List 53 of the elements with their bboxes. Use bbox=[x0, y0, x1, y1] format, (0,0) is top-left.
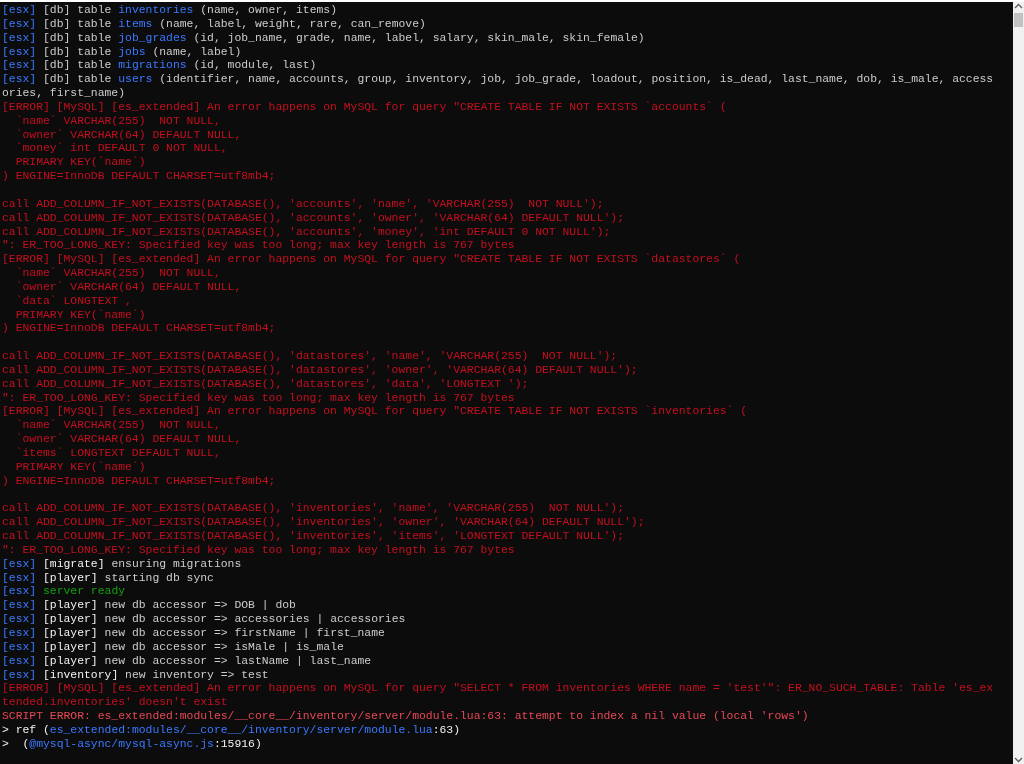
console-line: [esx] [inventory] new inventory => test bbox=[2, 668, 269, 683]
console-line: ": ER_TOO_LONG_KEY: Specified key was too long; max key length is 767 bytes bbox=[2, 239, 515, 254]
console-line: ": ER_TOO_LONG_KEY: Specified key was too long; max key length is 767 bytes bbox=[2, 391, 515, 406]
console-line: call ADD_COLUMN_IF_NOT_EXISTS(DATABASE(), 'datastores', 'owner', 'VARCHAR(64) DEFAULT NULL'); bbox=[2, 363, 638, 378]
console-line: `name` VARCHAR(255) NOT NULL, bbox=[14, 267, 221, 281]
console-line: ) ENGINE=InnoDB DEFAULT CHARSET=utf8mb4; bbox=[2, 322, 276, 337]
console-line: tended.inventories' doesn't exist bbox=[2, 696, 228, 711]
console-line: call ADD_COLUMN_IF_NOT_EXISTS(DATABASE(), 'inventories', 'owner', 'VARCHAR(64) DEFAULT NULL'); bbox=[2, 516, 645, 531]
console-line: [esx] [player] new db accessor => isMale | is_male bbox=[2, 640, 344, 655]
console-line: > (@mysql-async/mysql-async.js:15916) bbox=[2, 737, 262, 752]
console-line: call ADD_COLUMN_IF_NOT_EXISTS(DATABASE(), 'accounts', 'name', 'VARCHAR(255) NOT NULL'); bbox=[2, 197, 604, 212]
console-line: call ADD_COLUMN_IF_NOT_EXISTS(DATABASE(), 'datastores', 'data', 'LONGTEXT '); bbox=[2, 377, 529, 392]
console-line: `owner` VARCHAR(64) DEFAULT NULL, bbox=[14, 433, 242, 447]
console-line: SCRIPT ERROR: es_extended:modules/__core__/inventory/server/module.lua:63: attempt to index a nil value (local 'rows') bbox=[2, 710, 809, 724]
console-line: [esx] [db] table jobs (name, label) bbox=[2, 45, 242, 60]
console-line: call ADD_COLUMN_IF_NOT_EXISTS(DATABASE(), 'inventories', 'items', 'LONGTEXT DEFAULT NULL'); bbox=[2, 530, 625, 544]
console-line: [esx] [db] table inventories (name, owner, items) bbox=[2, 4, 337, 18]
console-line: ) ENGINE=InnoDB DEFAULT CHARSET=utf8mb4; bbox=[2, 474, 276, 489]
console-line: [esx] [db] table users (identifier, name, accounts, group, inventory, job, job_grade, loadout, position, is_dead, last_name, dob, is_male, access bbox=[2, 73, 994, 88]
console-line: [esx] [migrate] ensuring migrations bbox=[2, 557, 242, 572]
console-line: `owner` VARCHAR(64) DEFAULT NULL, bbox=[14, 128, 242, 142]
console-line: `owner` VARCHAR(64) DEFAULT NULL, bbox=[14, 280, 242, 295]
console-line: [esx] [player] new db accessor => accessories | accessories bbox=[2, 613, 406, 627]
scrollbar-thumb[interactable] bbox=[1014, 13, 1023, 27]
console-line: [ERROR] [MySQL] [es_extended] An error happens on MySQL for query "CREATE TABLE IF NOT EXISTS `datastores` ( bbox=[2, 253, 741, 267]
console-line: [esx] [player] new db accessor => lastName | last_name bbox=[2, 654, 372, 669]
console-line: [esx] [player] new db accessor => firstName | first_name bbox=[2, 626, 385, 641]
console-line: [ERROR] [MySQL] [es_extended] An error happens on MySQL for query "SELECT * FROM inventories WHERE name = 'test'": ER_NO_SUCH_TABLE: Table 'es_ex bbox=[2, 682, 994, 697]
console-line: `name` VARCHAR(255) NOT NULL, bbox=[14, 419, 221, 433]
console-line: [ERROR] [MySQL] [es_extended] An error happens on MySQL for query "CREATE TABLE IF NOT EXISTS `inventories` ( bbox=[2, 405, 748, 419]
console-line: `data` LONGTEXT , bbox=[14, 294, 132, 309]
console-line: [esx] server ready bbox=[2, 585, 126, 600]
console-line: PRIMARY KEY(`name`) bbox=[14, 156, 146, 171]
console-line: call ADD_COLUMN_IF_NOT_EXISTS(DATABASE(), 'datastores', 'name', 'VARCHAR(255) NOT NULL'); bbox=[2, 350, 618, 364]
console-line: `name` VARCHAR(255) NOT NULL, bbox=[14, 114, 221, 129]
console-line: [esx] [db] table items (name, label, weight, rare, can_remove) bbox=[2, 17, 426, 32]
scrollbar[interactable] bbox=[1013, 2, 1024, 764]
console-line: PRIMARY KEY(`name`) bbox=[14, 460, 146, 475]
console-line: ) ENGINE=InnoDB DEFAULT CHARSET=utf8mb4; bbox=[2, 170, 276, 184]
console-line: call ADD_COLUMN_IF_NOT_EXISTS(DATABASE(), 'inventories', 'name', 'VARCHAR(255) NOT NULL'); bbox=[2, 502, 625, 517]
console-line: [esx] [db] table migrations (id, module, last) bbox=[2, 59, 317, 74]
console-line: call ADD_COLUMN_IF_NOT_EXISTS(DATABASE(), 'accounts', 'owner', 'VARCHAR(64) DEFAULT NULL'); bbox=[2, 211, 625, 226]
console-line: ories, first_name) bbox=[2, 87, 126, 101]
console-line: [esx] [db] table job_grades (id, job_name, grade, name, label, salary, skin_male, skin_female) bbox=[2, 31, 645, 46]
console-line: PRIMARY KEY(`name`) bbox=[14, 308, 146, 323]
console-line: [ERROR] [MySQL] [es_extended] An error happens on MySQL for query "CREATE TABLE IF NOT EXISTS `accounts` ( bbox=[2, 100, 727, 115]
console-line: `items` LONGTEXT DEFAULT NULL, bbox=[14, 447, 221, 461]
console-line: [esx] [player] starting db sync bbox=[2, 571, 214, 586]
console-line: > ref (es_extended:modules/__core__/inventory/server/module.lua:63) bbox=[2, 723, 460, 738]
console-line: `money` int DEFAULT 0 NOT NULL, bbox=[14, 142, 228, 156]
console-line: ": ER_TOO_LONG_KEY: Specified key was too long; max key length is 767 bytes bbox=[2, 543, 515, 558]
console-line: [esx] [player] new db accessor => DOB | dob bbox=[2, 599, 296, 614]
console-line: call ADD_COLUMN_IF_NOT_EXISTS(DATABASE(), 'accounts', 'money', 'int DEFAULT 0 NOT NULL'); bbox=[2, 225, 611, 240]
